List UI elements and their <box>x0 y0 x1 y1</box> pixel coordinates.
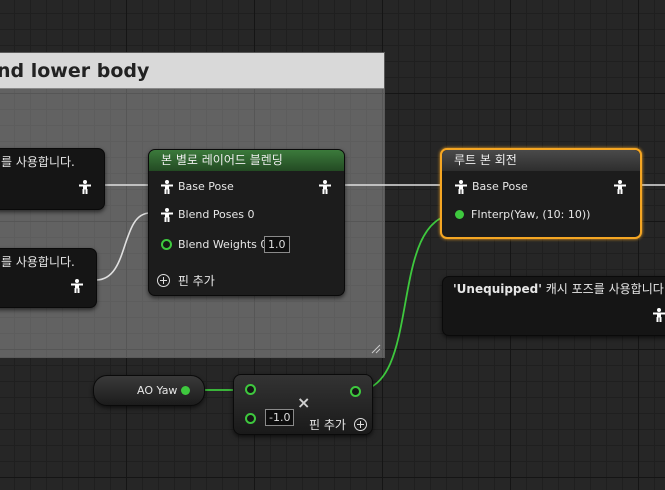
finterp-pin-icon[interactable] <box>455 210 464 219</box>
wire-cache2-to-blend <box>95 212 151 281</box>
unequipped-label: 'Unequipped' 캐시 포즈를 사용합니다. <box>453 280 665 297</box>
ao-yaw-variable-node[interactable]: AO Yaw <box>93 375 205 406</box>
root-bone-rotate-node[interactable]: 루트 본 회전 Base Pose FInterp(Yaw, (10: 10)) <box>440 148 642 239</box>
ao-yaw-output-pin-icon[interactable] <box>181 386 190 395</box>
blend-weights-pin-icon[interactable] <box>161 239 172 250</box>
pose-output-icon[interactable] <box>71 279 83 293</box>
node-title: 본 별로 레이어드 블렌딩 <box>149 150 344 171</box>
pose-output-icon[interactable] <box>79 180 91 194</box>
output-pose-pin-icon[interactable] <box>319 180 331 194</box>
blend-poses-pin-icon[interactable] <box>161 208 173 222</box>
multiply-node[interactable]: -1.0 × 핀 추가 <box>233 374 373 435</box>
unequipped-name: 'Unequipped' <box>453 282 542 296</box>
ao-yaw-label: AO Yaw <box>137 384 178 397</box>
add-pin-button[interactable]: 핀 추가 <box>309 416 367 433</box>
add-pin-label: 핀 추가 <box>309 418 346 432</box>
blend-weights-label: Blend Weights 0 <box>178 238 268 251</box>
multiply-input-b-pin-icon[interactable] <box>245 413 256 424</box>
multiply-input-a-pin-icon[interactable] <box>245 384 256 395</box>
blend-poses-label: Blend Poses 0 <box>178 208 255 221</box>
base-pose-pin-icon[interactable] <box>161 180 173 194</box>
cached-pose-label-2: 를 사용합니다. <box>1 255 75 269</box>
multiply-value-input[interactable]: -1.0 <box>265 409 295 426</box>
cached-pose-node-1[interactable]: 를 사용합니다. <box>0 148 105 210</box>
add-pin-icon <box>157 274 170 287</box>
multiply-operator-icon: × <box>297 393 311 412</box>
blend-weights-input[interactable]: 1.0 <box>264 236 290 253</box>
cached-pose-label-1: 를 사용합니다. <box>1 155 75 169</box>
base-pose-label: Base Pose <box>178 180 234 193</box>
add-pin-icon <box>353 418 367 431</box>
pose-output-icon[interactable] <box>653 308 665 322</box>
add-pin-button[interactable]: 핀 추가 <box>157 272 215 289</box>
base-pose-label: Base Pose <box>472 180 528 193</box>
multiply-output-pin-icon[interactable] <box>350 386 361 397</box>
base-pose-pin-icon[interactable] <box>455 180 467 194</box>
layered-blend-per-bone-node[interactable]: 본 별로 레이어드 블렌딩 Base Pose Blend Poses 0 Bl… <box>148 149 345 296</box>
node-title: 루트 본 회전 <box>442 150 640 171</box>
unequipped-cached-pose-node[interactable]: 'Unequipped' 캐시 포즈를 사용합니다. <box>442 276 665 336</box>
finterp-label: FInterp(Yaw, (10: 10)) <box>471 208 591 221</box>
cached-pose-node-2[interactable]: 를 사용합니다. <box>0 248 97 308</box>
unequipped-suffix: 캐시 포즈를 사용합니다. <box>541 282 665 296</box>
output-pose-pin-icon[interactable] <box>614 180 626 194</box>
add-pin-label: 핀 추가 <box>177 274 215 288</box>
